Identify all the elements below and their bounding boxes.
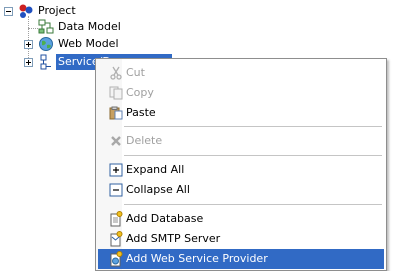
menu-item-label: Cut [126, 66, 145, 79]
menu-item-add-database[interactable]: Add Database [98, 209, 384, 229]
expand-all-icon [108, 162, 124, 178]
tree-label-data-model: Data Model [58, 20, 121, 33]
delete-icon [108, 133, 124, 149]
menu-separator [124, 155, 382, 156]
project-icon [18, 3, 34, 19]
scissors-icon [108, 65, 124, 81]
menu-item-label: Expand All [126, 163, 185, 176]
menu-item-paste[interactable]: Paste [98, 103, 384, 123]
collapse-all-icon [108, 182, 124, 198]
menu-item-add-smtp-server[interactable]: Add SMTP Server [98, 229, 384, 249]
menu-item-label: Copy [126, 86, 154, 99]
globe-icon [38, 36, 54, 52]
service-provider-icon [38, 54, 54, 70]
tree-label-web-model: Web Model [58, 37, 119, 50]
menu-item-label: Delete [126, 134, 163, 147]
add-database-icon [108, 211, 124, 227]
menu-item-label: Add Database [126, 212, 204, 225]
menu-item-label: Paste [126, 106, 156, 119]
menu-item-label: Add Web Service Provider [126, 252, 268, 265]
add-smtp-server-icon [108, 231, 124, 247]
menu-item-add-web-service-provider[interactable]: Add Web Service Provider [98, 249, 384, 269]
menu-item-label: Add SMTP Server [126, 232, 221, 245]
tree-node-data-model[interactable]: Data Model [0, 19, 160, 35]
menu-separator [124, 204, 382, 205]
copy-icon [108, 85, 124, 101]
expand-toggle[interactable] [24, 58, 33, 67]
collapse-toggle[interactable] [4, 7, 13, 16]
menu-item-collapse-all[interactable]: Collapse All [98, 180, 384, 200]
menu-item-expand-all[interactable]: Expand All [98, 160, 384, 180]
menu-item-copy[interactable]: Copy [98, 83, 384, 103]
menu-item-label: Collapse All [126, 183, 190, 196]
context-menu: Cut Copy Paste Delete Expand All Collaps… [95, 58, 387, 271]
tree-label-project: Project [38, 4, 76, 17]
tree-node-project[interactable]: Project [0, 3, 120, 19]
expand-toggle[interactable] [24, 40, 33, 49]
menu-separator [124, 126, 382, 127]
add-web-service-provider-icon [108, 251, 124, 267]
data-model-icon [38, 19, 54, 35]
paste-icon [108, 105, 124, 121]
tree-node-web-model[interactable]: Web Model [0, 36, 160, 52]
menu-item-cut[interactable]: Cut [98, 63, 384, 83]
menu-item-delete[interactable]: Delete [98, 131, 384, 151]
